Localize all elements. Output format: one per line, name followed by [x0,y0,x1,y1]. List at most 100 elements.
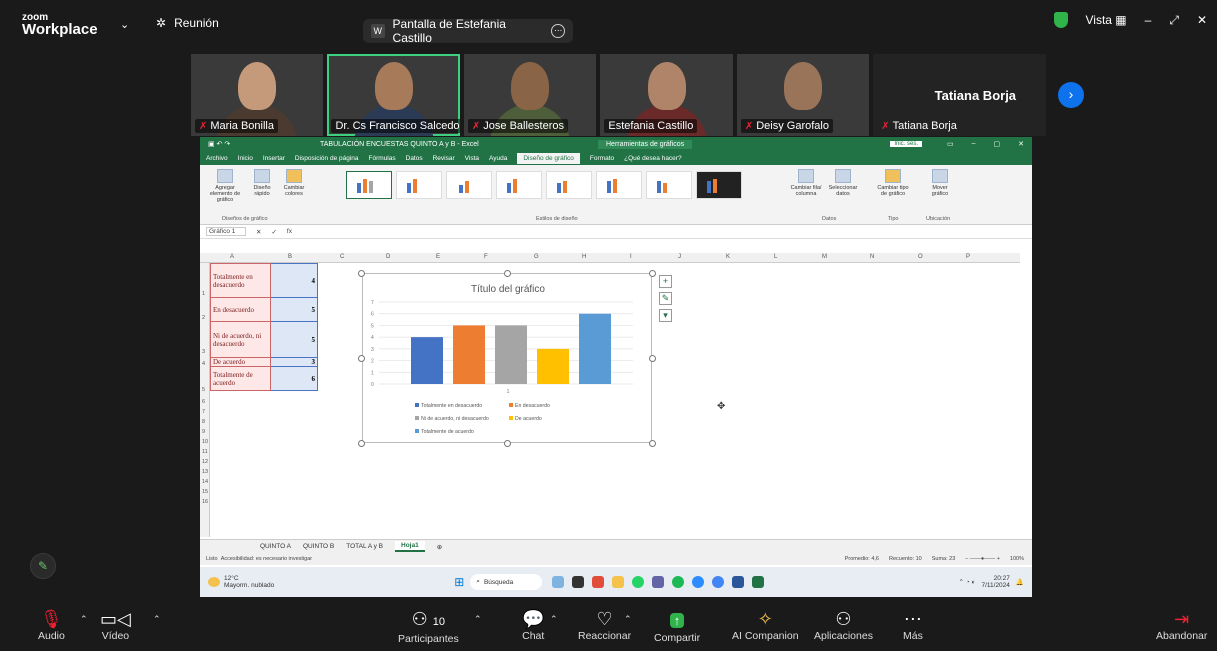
tab-vista[interactable]: Vista [465,155,479,162]
chart-elements-plus-icon[interactable]: + [659,275,672,288]
resize-handle[interactable] [504,440,511,447]
tab-datos[interactable]: Datos [406,155,423,162]
close-icon[interactable]: ✕ [1018,140,1024,148]
app-icon[interactable] [552,576,565,588]
tab-diseno-grafico[interactable]: Diseño de gráfico [517,152,580,164]
audio-button[interactable]: 🎙 Audio [38,608,65,642]
resize-handle[interactable] [649,270,656,277]
chart-styles-gallery[interactable] [346,171,766,203]
change-colors-button[interactable]: Cambiar colores [280,169,308,197]
chevron-down-icon[interactable]: ⌄ [120,18,129,31]
audio-options-caret[interactable]: ⌃ [80,614,88,625]
resize-handle[interactable] [358,440,365,447]
system-tray[interactable]: ⌃ ◔ ◐ 20:27 7/11/2024 🔔 [959,575,1032,589]
video-button[interactable]: ▭◁ Vídeo [100,608,131,642]
participant-tile-active[interactable]: Dr. Cs Francisco Salcedo... [327,54,460,136]
tab-formato[interactable]: Formato [590,155,614,162]
chart-style-thumb[interactable] [696,171,742,199]
sheet-tab-total[interactable]: TOTAL A y B [346,543,383,550]
annotate-pen-icon[interactable]: ✎ [30,553,56,579]
resize-handle[interactable] [358,355,365,362]
participant-tile[interactable]: Estefania Castillo [600,54,733,136]
participant-tile-no-video[interactable]: Tatiana Borja ✗ Tatiana Borja [873,54,1047,136]
meeting-info[interactable]: ✲ Reunión [156,16,219,30]
chart-style-thumb[interactable] [596,171,642,199]
leave-button[interactable]: ⇥ Abandonar [1156,608,1207,642]
insert-function-icon[interactable]: fx [287,228,292,235]
resize-handle[interactable] [649,440,656,447]
switch-row-column-button[interactable]: Cambiar fila/ columna [790,169,822,197]
enter-icon[interactable]: ✓ [271,228,276,236]
chart-style-thumb[interactable] [646,171,692,199]
ai-companion-button[interactable]: ✧ AI Companion [732,608,799,642]
select-data-button[interactable]: Seleccionar datos [826,169,860,197]
chart-style-thumb[interactable] [496,171,542,199]
tab-disposicion[interactable]: Disposición de página [295,155,359,162]
tell-me-search[interactable]: ¿Qué desea hacer? [624,155,681,162]
chart-style-thumb[interactable] [446,171,492,199]
tab-archivo[interactable]: Archivo [206,155,228,162]
signin-button[interactable]: Inic. ses. [890,141,922,147]
word-icon[interactable] [732,576,745,588]
sheet-tab-quinto-b[interactable]: QUINTO B [303,543,334,550]
zoom-slider[interactable]: – ——●—— + [965,556,1000,562]
resize-handle[interactable] [504,270,511,277]
folder-icon[interactable] [612,576,625,588]
chart-styles-brush-icon[interactable]: ✎ [659,292,672,305]
participant-tile[interactable]: ✗ Maria Bonilla [191,54,324,136]
tab-insertar[interactable]: Insertar [263,155,285,162]
tab-inicio[interactable]: Inicio [238,155,253,162]
chrome-icon[interactable] [712,576,725,588]
app-icon[interactable] [572,576,585,588]
chart-style-thumb[interactable] [396,171,442,199]
chart-style-thumb[interactable] [546,171,592,199]
spotify-icon[interactable] [672,576,685,588]
apps-button[interactable]: ⚇ Aplicaciones [814,608,873,642]
participants-options-caret[interactable]: ⌃ [474,614,482,625]
minimize-icon[interactable]: – [972,140,976,148]
add-sheet-icon[interactable]: ⊕ [437,543,442,551]
ribbon-display-icon[interactable]: ▭ [947,140,954,148]
participant-tile[interactable]: ✗ Jose Ballesteros [463,54,597,136]
teams-icon[interactable] [652,576,665,588]
accessibility-status[interactable]: Accesibilidad: es necesario investigar [221,556,312,562]
minimize-icon[interactable]: – [1145,13,1152,27]
cancel-icon[interactable]: ✕ [256,228,261,236]
chat-button[interactable]: 💬 Chat [522,608,544,642]
tab-ayuda[interactable]: Ayuda [489,155,507,162]
maximize-icon[interactable]: ▢ [994,140,1001,148]
taskbar-search[interactable]: ⌕ Búsqueda [470,574,543,590]
more-button[interactable]: ⋯ Más [903,608,923,642]
view-button[interactable]: Vista ▦ [1086,13,1127,27]
more-options-icon[interactable]: ⋯ [551,24,565,38]
share-screen-button[interactable]: ↑ Compartir [654,608,700,644]
next-page-icon[interactable]: › [1058,82,1084,108]
react-options-caret[interactable]: ⌃ [624,614,632,625]
name-box[interactable]: Gráfico 1 [206,227,246,236]
change-chart-type-button[interactable]: Cambiar tipo de gráfico [876,169,910,197]
zoom-icon[interactable] [692,576,705,588]
quick-layout-button[interactable]: Diseño rápido [248,169,276,197]
worksheet-grid[interactable]: A B C D E F G H I J K L M N O P 1 2 3 4 … [200,253,1020,537]
save-icon[interactable]: ▣ ↶ ↷ [208,140,230,148]
tab-revisar[interactable]: Revisar [433,155,455,162]
tab-formulas[interactable]: Fórmulas [369,155,396,162]
chat-options-caret[interactable]: ⌃ [550,614,558,625]
security-shield-icon[interactable] [1053,12,1068,28]
app-icon[interactable] [592,576,605,588]
excel-icon[interactable] [752,576,765,588]
move-chart-button[interactable]: Mover gráfico [926,169,954,197]
video-options-caret[interactable]: ⌃ [153,614,161,625]
participant-tile[interactable]: ✗ Deisy Garofalo [736,54,870,136]
chart-style-thumb[interactable] [346,171,392,199]
whatsapp-icon[interactable] [632,576,645,588]
sheet-tab-hoja1[interactable]: Hoja1 [395,541,425,552]
resize-handle[interactable] [358,270,365,277]
screen-share-indicator[interactable]: W Pantalla de Estefania Castillo ⋯ [363,17,573,45]
windows-start-icon[interactable]: ⊞ [454,575,464,589]
fullscreen-icon[interactable]: ⤢ [1169,13,1179,28]
resize-handle[interactable] [649,355,656,362]
sheet-tab-quinto-a[interactable]: QUINTO A [260,543,291,550]
chart-object[interactable]: Título del gráfico 0 1 2 3 4 5 6 7 1 Totalmente en… [362,273,652,443]
chart-filter-icon[interactable]: ▾ [659,309,672,322]
